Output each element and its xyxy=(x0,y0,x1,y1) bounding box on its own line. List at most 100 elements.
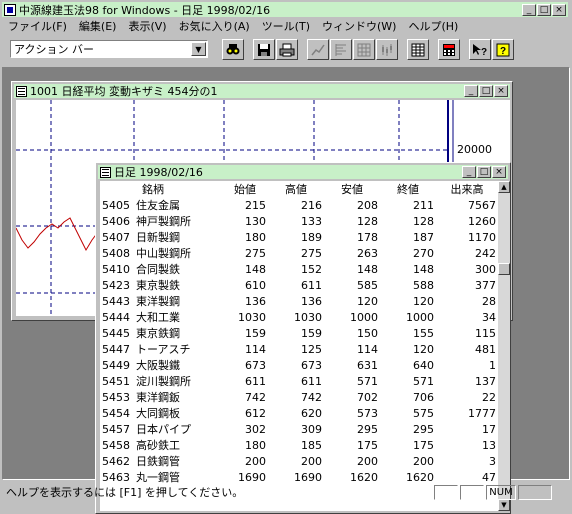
column-header-code[interactable] xyxy=(100,181,136,197)
action-bar-value: アクション バー xyxy=(14,43,94,56)
action-bar-select[interactable]: アクション バー ▼ xyxy=(10,40,208,58)
table-row[interactable]: 5447 トーアスチ 114 125 114 120 481 xyxy=(100,341,498,357)
table-row[interactable]: 5458 高砂鉄工 180 185 175 175 13 xyxy=(100,437,498,453)
column-header-low[interactable]: 安値 xyxy=(324,181,380,197)
cell-low: 114 xyxy=(357,342,378,356)
app-icon[interactable] xyxy=(4,3,16,16)
save-icon[interactable] xyxy=(253,39,275,60)
cell-high: 200 xyxy=(301,454,322,468)
toolbar: アクション バー ▼ ? ? xyxy=(2,36,568,64)
table-row[interactable]: 5451 淀川製鋼所 611 611 571 571 137 xyxy=(100,373,498,389)
table-row[interactable]: 5406 神戸製鋼所 130 133 128 128 1260 xyxy=(100,213,498,229)
cell-code: 5451 xyxy=(102,374,130,388)
cell-volume: 22 xyxy=(482,390,496,404)
cell-high: 611 xyxy=(301,278,322,292)
chart-minimize-button[interactable]: _ xyxy=(464,85,478,97)
table-row[interactable]: 5405 住友金属 215 216 208 211 7567 xyxy=(100,197,498,213)
print-icon[interactable] xyxy=(276,39,298,60)
menu-favorites[interactable]: お気に入り(A) xyxy=(173,18,256,34)
cell-close: 270 xyxy=(413,246,434,260)
close-button[interactable]: × xyxy=(552,3,566,16)
candlestick-icon[interactable] xyxy=(376,39,398,60)
app-title-bar[interactable]: 中源線建玉法98 for Windows - 日足 1998/02/16 _ □… xyxy=(2,2,568,17)
cell-name: 神戸製鋼所 xyxy=(136,215,191,228)
cell-close: 128 xyxy=(413,214,434,228)
resize-grip-icon[interactable] xyxy=(554,485,568,499)
table-row[interactable]: 5453 東洋鋼鈑 742 742 702 706 22 xyxy=(100,389,498,405)
maximize-button[interactable]: □ xyxy=(537,3,551,16)
menu-view[interactable]: 表示(V) xyxy=(122,18,172,34)
cell-open: 180 xyxy=(245,230,266,244)
cell-low: 295 xyxy=(357,422,378,436)
cell-close: 120 xyxy=(413,294,434,308)
help-cursor-icon[interactable]: ? xyxy=(469,39,491,60)
cell-high: 216 xyxy=(301,198,322,212)
menu-tools[interactable]: ツール(T) xyxy=(256,18,316,34)
list-maximize-button[interactable]: □ xyxy=(477,166,491,178)
scroll-up-arrow-icon[interactable]: ▲ xyxy=(498,181,510,193)
table-row[interactable]: 5423 東京製鉄 610 611 585 588 377 xyxy=(100,277,498,293)
list-window-title-bar[interactable]: 日足 1998/02/16 _ □ × xyxy=(98,165,508,179)
cell-close: 706 xyxy=(413,390,434,404)
bar-list-icon[interactable] xyxy=(330,39,352,60)
daily-list-window[interactable]: 日足 1998/02/16 _ □ × 銘柄 始値 高値 安値 終値 出来高 5… xyxy=(95,162,511,514)
cell-volume: 137 xyxy=(475,374,496,388)
line-chart-icon[interactable] xyxy=(307,39,329,60)
table-row[interactable]: 5410 合同製鉄 148 152 148 148 300 xyxy=(100,261,498,277)
cell-open: 136 xyxy=(245,294,266,308)
chart-window-icon[interactable] xyxy=(16,85,27,97)
cell-volume: 28 xyxy=(482,294,496,308)
table-row[interactable]: 5449 大阪製鐵 673 673 631 640 1 xyxy=(100,357,498,373)
chart-window-title-bar[interactable]: 1001 日経平均 変動キザミ 454分の1 _ □ × xyxy=(14,84,510,98)
column-header-volume[interactable]: 出来高 xyxy=(436,181,498,197)
table-row[interactable]: 5407 日新製鋼 180 189 178 187 1170 xyxy=(100,229,498,245)
column-header-high[interactable]: 高値 xyxy=(268,181,324,197)
chart-close-button[interactable]: × xyxy=(494,85,508,97)
table-row[interactable]: 5445 東京鉄鋼 159 159 150 155 115 xyxy=(100,325,498,341)
cell-volume: 300 xyxy=(475,262,496,276)
chart-maximize-button[interactable]: □ xyxy=(479,85,493,97)
table-row[interactable]: 5454 大同鋼板 612 620 573 575 1777 xyxy=(100,405,498,421)
chevron-down-icon[interactable]: ▼ xyxy=(191,42,206,56)
table-row[interactable]: 5462 日鉄鋼管 200 200 200 200 3 xyxy=(100,453,498,469)
cell-code: 5454 xyxy=(102,406,130,420)
scroll-thumb[interactable] xyxy=(498,263,510,275)
table-row[interactable]: 5443 東洋製鋼 136 136 120 120 28 xyxy=(100,293,498,309)
column-header-open[interactable]: 始値 xyxy=(222,181,268,197)
cell-code: 5423 xyxy=(102,278,130,292)
column-header-close[interactable]: 終値 xyxy=(380,181,436,197)
calculator-icon[interactable] xyxy=(438,39,460,60)
cell-low: 571 xyxy=(357,374,378,388)
minimize-button[interactable]: _ xyxy=(522,3,536,16)
table-icon[interactable] xyxy=(407,39,429,60)
cell-close: 640 xyxy=(413,358,434,372)
cell-open: 742 xyxy=(245,390,266,404)
table-header-row: 銘柄 始値 高値 安値 終値 出来高 xyxy=(100,181,498,197)
help-icon[interactable]: ? xyxy=(492,39,514,60)
cell-low: 1000 xyxy=(350,310,378,324)
table-row[interactable]: 5408 中山製鋼所 275 275 263 270 242 xyxy=(100,245,498,261)
table-row[interactable]: 5457 日本パイプ 302 309 295 295 17 xyxy=(100,421,498,437)
menu-edit[interactable]: 編集(E) xyxy=(73,18,123,34)
cell-open: 200 xyxy=(245,454,266,468)
cell-low: 585 xyxy=(357,278,378,292)
menu-file[interactable]: ファイル(F) xyxy=(2,18,73,34)
list-close-button[interactable]: × xyxy=(492,166,506,178)
binoculars-icon[interactable] xyxy=(222,39,244,60)
menu-window[interactable]: ウィンドウ(W) xyxy=(316,18,402,34)
list-vertical-scrollbar[interactable]: ▲ ▼ xyxy=(498,181,510,511)
menu-help[interactable]: ヘルプ(H) xyxy=(402,18,464,34)
grid-icon[interactable] xyxy=(353,39,375,60)
list-window-icon[interactable] xyxy=(100,166,111,178)
cell-close: 211 xyxy=(413,198,434,212)
table-row[interactable]: 5444 大和工業 1030 1030 1000 1000 34 xyxy=(100,309,498,325)
stock-table-area[interactable]: 銘柄 始値 高値 安値 終値 出来高 5405 住友金属 215 216 208 211 7… xyxy=(100,181,510,511)
status-panel-1 xyxy=(434,484,458,500)
num-lock-indicator: NUM xyxy=(486,484,516,500)
cell-code: 5457 xyxy=(102,422,130,436)
list-minimize-button[interactable]: _ xyxy=(462,166,476,178)
svg-text:?: ? xyxy=(481,47,487,57)
column-header-name[interactable]: 銘柄 xyxy=(136,181,222,197)
cell-volume: 1777 xyxy=(468,406,496,420)
cell-low: 263 xyxy=(357,246,378,260)
